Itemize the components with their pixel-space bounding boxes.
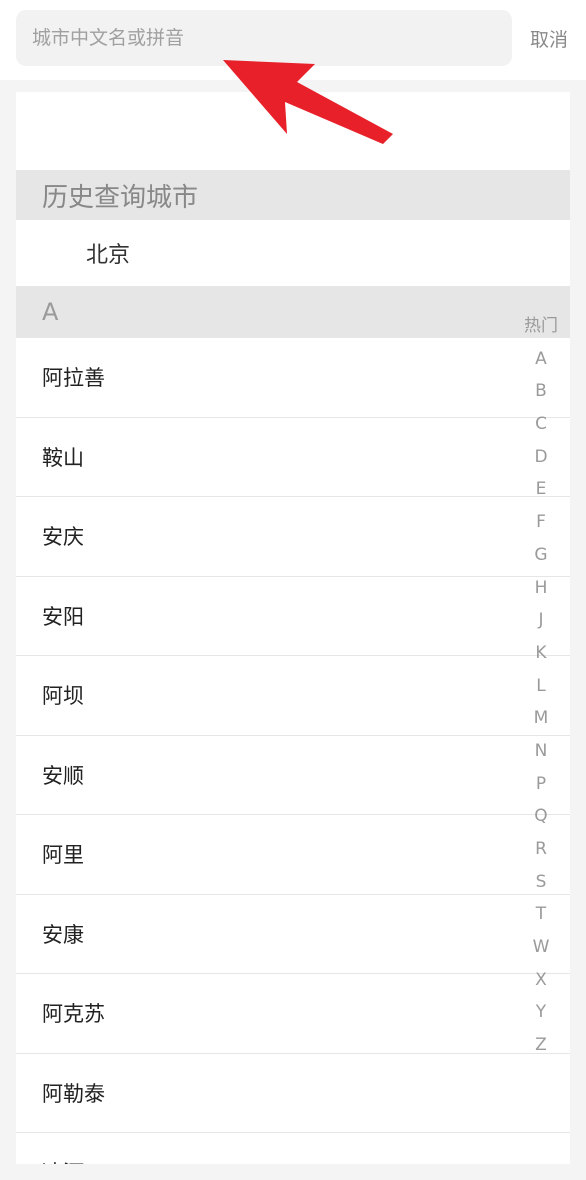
index-letter[interactable]: Z bbox=[516, 1029, 566, 1062]
city-item[interactable]: 阿克苏 bbox=[16, 974, 570, 1054]
index-hot[interactable]: 热门 bbox=[516, 310, 566, 343]
city-label: 安阳 bbox=[42, 604, 84, 629]
city-label: 阿里 bbox=[42, 843, 84, 868]
index-letter[interactable]: H bbox=[516, 572, 566, 605]
index-letter[interactable]: B bbox=[516, 375, 566, 408]
city-label: 凌河 bbox=[42, 1157, 84, 1164]
index-letter[interactable]: D bbox=[516, 441, 566, 474]
city-item[interactable]: 鞍山 bbox=[16, 418, 570, 497]
index-letter[interactable]: R bbox=[516, 833, 566, 866]
search-box[interactable] bbox=[16, 10, 512, 66]
index-letter[interactable]: T bbox=[516, 898, 566, 931]
section-letter: A bbox=[42, 298, 59, 326]
city-label: 安康 bbox=[42, 922, 84, 947]
index-letter[interactable]: X bbox=[516, 964, 566, 997]
alphabet-index-bar[interactable]: 热门 A B C D E F G H J K L M N P Q R S T W… bbox=[516, 310, 566, 1062]
city-item[interactable]: 凌河 bbox=[16, 1133, 570, 1164]
history-city-label: 北京 bbox=[86, 243, 131, 268]
index-letter[interactable]: Y bbox=[516, 996, 566, 1029]
index-letter[interactable]: C bbox=[516, 408, 566, 441]
city-item[interactable]: 阿里 bbox=[16, 815, 570, 895]
history-section-header: 历史查询城市 bbox=[16, 170, 570, 220]
city-picker-page: 取消 历史查询城市 北京 A 阿拉善 鞍山 安庆 安阳 阿坝 安顺 阿里 安康 … bbox=[0, 0, 586, 1180]
cancel-button[interactable]: 取消 bbox=[512, 10, 586, 66]
index-letter[interactable]: M bbox=[516, 702, 566, 735]
history-city-item[interactable]: 北京 bbox=[16, 220, 570, 286]
index-letter[interactable]: Q bbox=[516, 800, 566, 833]
search-bar: 取消 bbox=[0, 0, 586, 80]
index-letter[interactable]: K bbox=[516, 637, 566, 670]
city-item[interactable]: 安庆 bbox=[16, 497, 570, 577]
index-letter[interactable]: F bbox=[516, 506, 566, 539]
index-letter[interactable]: L bbox=[516, 670, 566, 703]
city-item[interactable]: 阿拉善 bbox=[16, 338, 570, 418]
index-letter[interactable]: A bbox=[516, 343, 566, 376]
letter-section-header: A bbox=[16, 286, 570, 338]
blank-area bbox=[16, 92, 570, 170]
city-list[interactable]: 历史查询城市 北京 A 阿拉善 鞍山 安庆 安阳 阿坝 安顺 阿里 安康 阿克苏… bbox=[16, 92, 570, 1164]
city-label: 阿克苏 bbox=[42, 1002, 105, 1027]
index-letter[interactable]: G bbox=[516, 539, 566, 572]
city-label: 阿勒泰 bbox=[42, 1081, 105, 1106]
index-letter[interactable]: E bbox=[516, 473, 566, 506]
city-label: 鞍山 bbox=[42, 445, 84, 470]
city-item[interactable]: 安康 bbox=[16, 895, 570, 974]
index-letter[interactable]: J bbox=[516, 604, 566, 637]
index-letter[interactable]: N bbox=[516, 735, 566, 768]
index-letter[interactable]: S bbox=[516, 866, 566, 899]
city-item[interactable]: 安阳 bbox=[16, 577, 570, 656]
city-label: 阿拉善 bbox=[42, 366, 105, 391]
history-title: 历史查询城市 bbox=[42, 182, 199, 213]
city-item[interactable]: 阿勒泰 bbox=[16, 1054, 570, 1133]
city-label: 阿坝 bbox=[42, 684, 84, 709]
index-letter[interactable]: W bbox=[516, 931, 566, 964]
index-letter[interactable]: P bbox=[516, 768, 566, 801]
city-item[interactable]: 安顺 bbox=[16, 736, 570, 815]
search-input[interactable] bbox=[32, 27, 512, 49]
city-item[interactable]: 阿坝 bbox=[16, 656, 570, 736]
city-label: 安顺 bbox=[42, 763, 84, 788]
city-label: 安庆 bbox=[42, 525, 84, 550]
